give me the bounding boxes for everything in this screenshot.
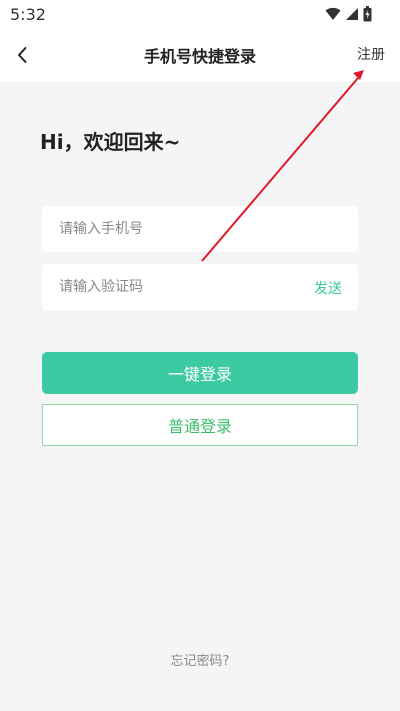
battery-icon: [363, 6, 372, 22]
normal-login-button[interactable]: 普通登录: [42, 404, 358, 446]
nav-bar: 手机号快捷登录 注册: [0, 28, 400, 82]
status-time: 5:32: [10, 5, 46, 24]
code-input-box: 发送: [42, 264, 358, 310]
phone-input-box: [42, 206, 358, 252]
send-code-button[interactable]: 发送: [314, 278, 342, 298]
status-bar: 5:32: [0, 0, 400, 28]
signal-icon: [346, 8, 358, 20]
verification-code-input[interactable]: [42, 264, 299, 310]
register-link[interactable]: 注册: [357, 44, 385, 64]
login-form: Hi，欢迎回来~ 发送 一键登录 普通登录 忘记密码?: [0, 82, 400, 711]
page-title: 手机号快捷登录: [143, 47, 256, 66]
greeting-heading: Hi，欢迎回来~: [40, 130, 181, 154]
quick-login-button[interactable]: 一键登录: [42, 352, 358, 394]
phone-input[interactable]: [42, 206, 358, 252]
wifi-icon: [325, 7, 341, 20]
status-icons: [325, 6, 372, 22]
forgot-password-link[interactable]: 忘记密码?: [0, 650, 400, 669]
